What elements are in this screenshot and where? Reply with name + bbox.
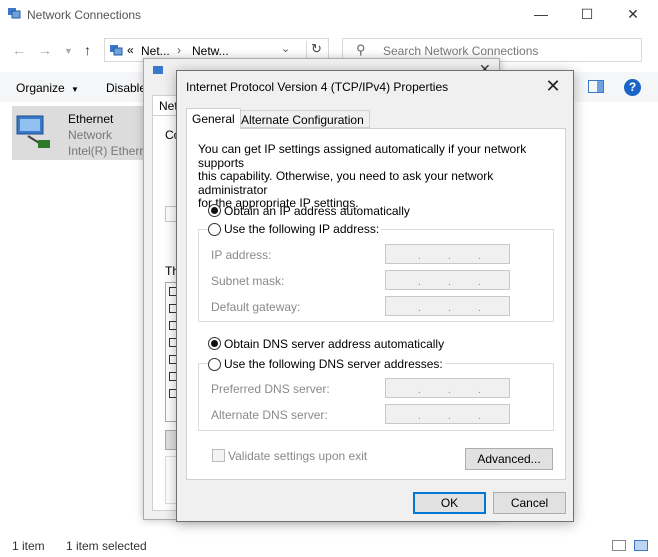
preferred-dns-field[interactable]: ... [385, 378, 510, 398]
subnet-mask-label: Subnet mask: [211, 274, 285, 288]
octet-dot: . [418, 303, 421, 314]
ethernet-adapter-icon [14, 112, 54, 152]
octet-dot: . [478, 251, 481, 262]
ethernet-window-icon [152, 65, 166, 77]
help-icon[interactable]: ? [624, 79, 641, 96]
selected-count: 1 item selected [66, 539, 147, 553]
search-icon: ⚲ [356, 42, 366, 57]
breadcrumb-separator-icon: › [177, 43, 181, 57]
dns-manual-radio[interactable] [208, 358, 221, 371]
general-tab-panel: You can get IP settings assigned automat… [186, 128, 566, 480]
intro-text: You can get IP settings assigned automat… [198, 142, 558, 211]
item-device: Intel(R) Etherne [68, 144, 153, 158]
ip-auto-label[interactable]: Obtain an IP address automatically [224, 204, 410, 218]
octet-dot: . [478, 303, 481, 314]
advanced-button[interactable]: Advanced... [465, 448, 553, 470]
octet-dot: . [448, 277, 451, 288]
ip-auto-radio[interactable] [208, 204, 221, 217]
disable-button[interactable]: Disable [106, 81, 146, 95]
octet-dot: . [448, 411, 451, 422]
item-status: Network [68, 128, 113, 142]
large-icons-view-icon[interactable] [634, 540, 648, 551]
ipv4-properties-dialog: Internet Protocol Version 4 (TCP/IPv4) P… [176, 70, 574, 522]
address-overflow[interactable]: « [127, 43, 134, 57]
maximize-button[interactable]: ☐ [577, 4, 597, 24]
octet-dot: . [448, 251, 451, 262]
octet-dot: . [448, 303, 451, 314]
intro-line: You can get IP settings assigned automat… [198, 142, 527, 170]
octet-dot: . [418, 251, 421, 262]
up-arrow-icon[interactable]: ↑ [84, 42, 91, 58]
close-icon[interactable]: ✕ [541, 75, 565, 97]
octet-dot: . [478, 411, 481, 422]
tab-alternate-configuration[interactable]: Alternate Configuration [235, 110, 370, 128]
octet-dot: . [418, 411, 421, 422]
cancel-button[interactable]: Cancel [493, 492, 566, 514]
dialog-title: Internet Protocol Version 4 (TCP/IPv4) P… [186, 80, 449, 94]
default-gateway-field[interactable]: ... [385, 296, 510, 316]
ip-address-field[interactable]: ... [385, 244, 510, 264]
item-count: 1 item [12, 539, 45, 553]
details-view-icon[interactable] [612, 540, 626, 551]
chevron-down-icon: ▼ [71, 85, 79, 94]
default-gateway-label: Default gateway: [211, 300, 301, 314]
octet-dot: . [418, 385, 421, 396]
subnet-mask-field[interactable]: ... [385, 270, 510, 290]
octet-dot: . [448, 385, 451, 396]
close-window-button[interactable]: ✕ [623, 4, 643, 24]
recent-chevron-icon[interactable]: ▼ [64, 46, 73, 56]
alternate-dns-field[interactable]: ... [385, 404, 510, 424]
address-dropdown-icon[interactable]: ⌄ [281, 42, 290, 55]
intro-line: this capability. Otherwise, you need to … [198, 169, 494, 197]
ip-manual-radio[interactable] [208, 223, 221, 236]
forward-arrow-icon[interactable]: → [38, 42, 52, 58]
status-bar: 1 item 1 item selected [0, 535, 658, 557]
minimize-button[interactable]: — [531, 4, 551, 24]
breadcrumb-item[interactable]: Net... [141, 44, 170, 58]
ip-address-label: IP address: [211, 248, 272, 262]
window-title: Network Connections [27, 8, 142, 22]
item-name: Ethernet [68, 112, 114, 126]
refresh-icon[interactable]: ↻ [306, 41, 326, 59]
network-folder-icon [109, 43, 123, 57]
view-pane-icon[interactable] [588, 80, 604, 93]
dns-auto-label[interactable]: Obtain DNS server address automatically [224, 337, 444, 351]
organize-label: Organize [16, 81, 65, 95]
dns-auto-radio[interactable] [208, 337, 221, 350]
preferred-dns-label: Preferred DNS server: [211, 382, 330, 396]
organize-menu[interactable]: Organize ▼ [16, 81, 79, 95]
dns-manual-label[interactable]: Use the following DNS server addresses: [222, 357, 445, 371]
breadcrumb-item[interactable]: Netw... [192, 44, 229, 58]
validate-label[interactable]: Validate settings upon exit [228, 449, 367, 463]
ip-manual-label[interactable]: Use the following IP address: [222, 222, 382, 236]
alternate-dns-label: Alternate DNS server: [211, 408, 328, 422]
validate-checkbox[interactable] [212, 449, 225, 462]
network-connections-icon [7, 6, 21, 20]
back-arrow-icon[interactable]: ← [12, 42, 26, 58]
ok-button[interactable]: OK [413, 492, 486, 514]
tab-general[interactable]: General [186, 108, 241, 129]
octet-dot: . [478, 385, 481, 396]
octet-dot: . [418, 277, 421, 288]
search-placeholder: Search Network Connections [383, 44, 539, 58]
octet-dot: . [478, 277, 481, 288]
